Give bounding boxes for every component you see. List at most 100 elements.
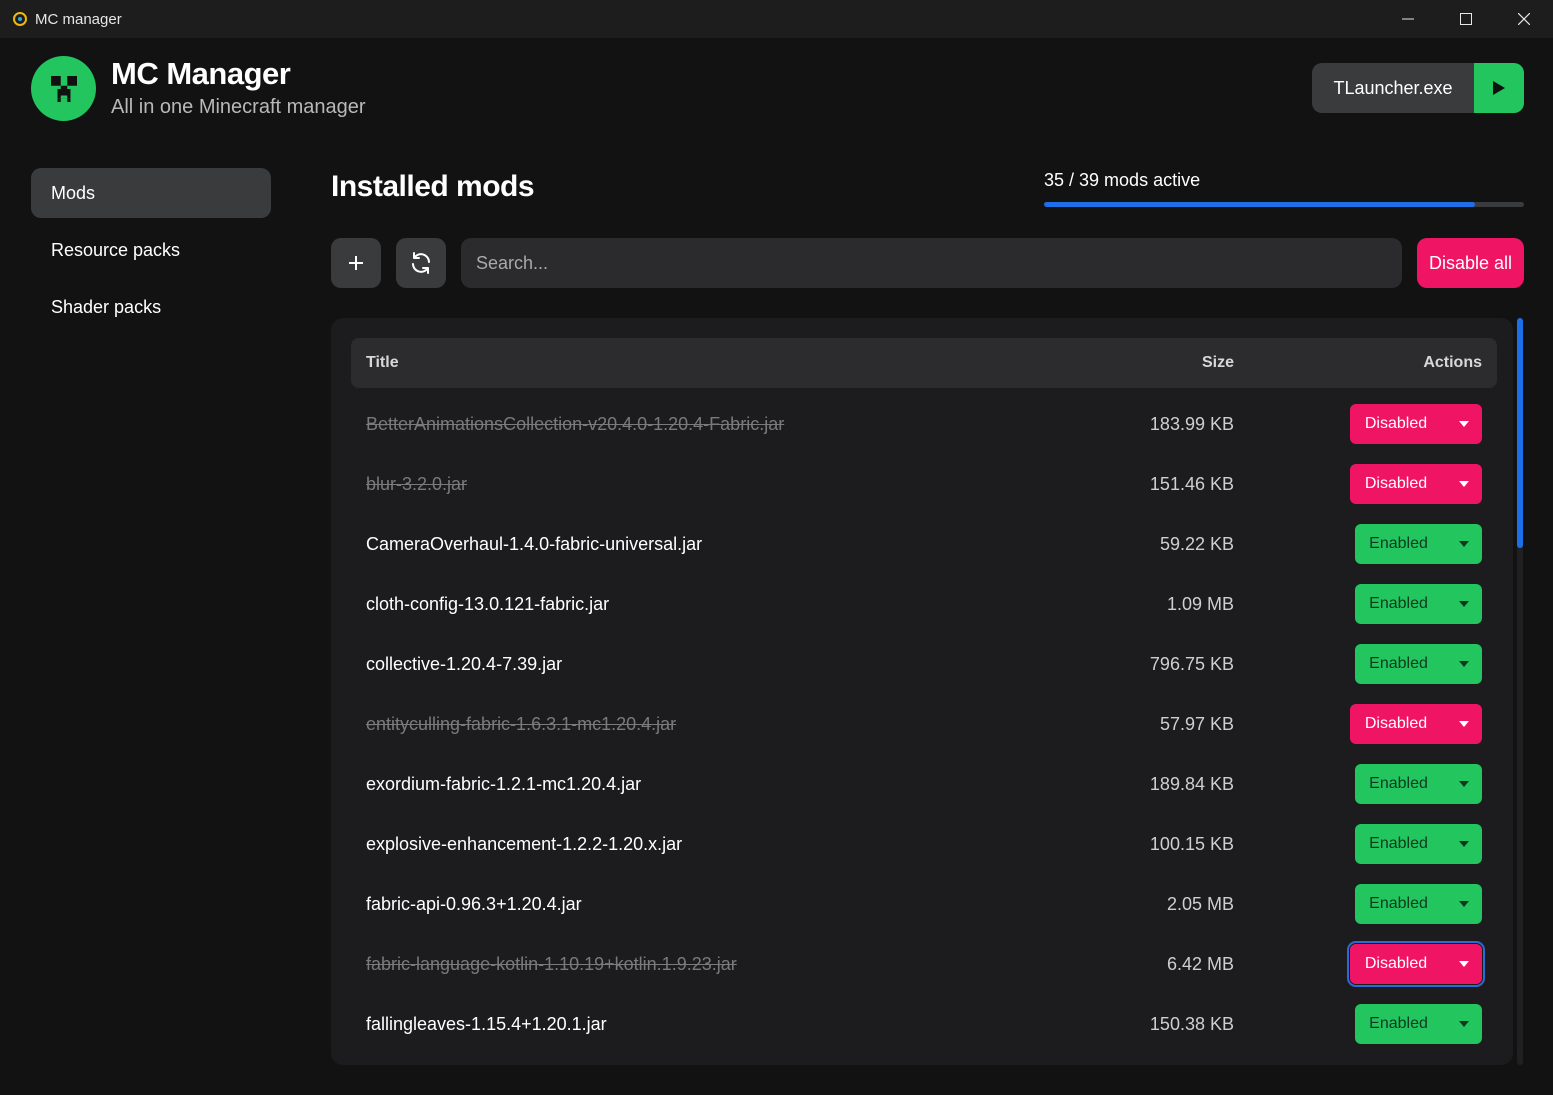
launcher-select-button[interactable]: TLauncher.exe — [1312, 63, 1474, 113]
refresh-icon — [412, 252, 430, 274]
scrollbar-thumb[interactable] — [1517, 318, 1523, 548]
sidebar-item-label: Mods — [51, 182, 96, 203]
mod-status-dropdown[interactable]: Disabled — [1347, 941, 1485, 987]
mod-status-dropdown[interactable]: Enabled — [1355, 764, 1482, 804]
mod-name: BetterAnimationsCollection-v20.4.0-1.20.… — [366, 414, 785, 434]
status-label: Enabled — [1369, 655, 1428, 672]
mod-status-dropdown[interactable]: Enabled — [1355, 824, 1482, 864]
sidebar-item-label: Resource packs — [51, 239, 181, 260]
status-label: Disabled — [1364, 475, 1428, 492]
caret-down-icon — [1446, 961, 1482, 967]
mod-status-dropdown[interactable]: Enabled — [1355, 524, 1482, 564]
caret-down-icon — [1446, 1021, 1482, 1027]
table-row: fabric-api-0.96.3+1.20.4.jar 2.05 MB Enabl… — [351, 874, 1497, 934]
launch-button[interactable] — [1474, 63, 1524, 113]
caret-down-icon — [1446, 541, 1482, 547]
close-icon — [1518, 13, 1530, 25]
table-row: cloth-config-13.0.121-fabric.jar 1.09 MB E… — [351, 574, 1497, 634]
sidebar-item-resource-packs[interactable]: Resource packs — [31, 225, 271, 275]
creeper-logo — [31, 56, 96, 121]
table-row: collective-1.20.4-7.39.jar 796.75 KB Enabl… — [351, 634, 1497, 694]
mod-name: blur-3.2.0.jar — [366, 474, 468, 494]
mod-size: 2.05 MB — [1166, 894, 1234, 914]
mod-status-dropdown[interactable]: Enabled — [1355, 884, 1482, 924]
mod-size: 1.09 MB — [1166, 594, 1234, 614]
status-label: Enabled — [1369, 1015, 1428, 1032]
caret-down-icon — [1446, 481, 1482, 487]
table-header: Title Size Actions — [351, 338, 1497, 388]
status-label: Disabled — [1364, 715, 1428, 732]
caret-down-icon — [1446, 601, 1482, 607]
sidebar-item-mods[interactable]: Mods — [31, 168, 271, 218]
app-icon — [13, 12, 27, 26]
table-row: exordium-fabric-1.2.1-mc1.20.4.jar 189.84… — [351, 754, 1497, 814]
minimize-button[interactable] — [1379, 0, 1437, 38]
active-mods-progress — [1044, 202, 1524, 207]
active-mods-count: 35 / 39 mods active — [1044, 170, 1201, 190]
window-title: MC manager — [35, 10, 122, 28]
app-name: MC Manager — [111, 56, 291, 91]
mod-name: fabric-language-kotlin-1.10.19+kotlin.1.… — [366, 954, 737, 974]
column-header-size[interactable]: Size — [1202, 354, 1234, 372]
table-row: entityculling-fabric-1.6.3.1-mc1.20.4.ja… — [351, 694, 1497, 754]
mod-name: cloth-config-13.0.121-fabric.jar — [366, 594, 610, 614]
mod-status-dropdown[interactable]: Enabled — [1355, 584, 1482, 624]
column-header-title[interactable]: Title — [366, 354, 399, 372]
status-label: Enabled — [1369, 595, 1428, 612]
caret-down-icon — [1446, 841, 1482, 847]
sidebar-item-label: Shader packs — [51, 296, 162, 317]
minimize-icon — [1402, 18, 1414, 20]
mod-name: CameraOverhaul-1.4.0-fabric-universal.ja… — [366, 534, 703, 554]
mod-status-dropdown[interactable]: Disabled — [1350, 464, 1482, 504]
status-label: Enabled — [1369, 535, 1428, 552]
toolbar: Disable all — [331, 238, 1524, 288]
status-label: Enabled — [1369, 895, 1428, 912]
table-row: CameraOverhaul-1.4.0-fabric-universal.ja… — [351, 514, 1497, 574]
table-row: explosive-enhancement-1.2.2-1.20.x.jar 10… — [351, 814, 1497, 874]
mod-status-dropdown[interactable]: Disabled — [1350, 404, 1482, 444]
creeper-face-icon — [50, 75, 77, 102]
caret-down-icon — [1446, 721, 1482, 727]
mod-name: explosive-enhancement-1.2.2-1.20.x.jar — [366, 834, 683, 854]
mod-name: exordium-fabric-1.2.1-mc1.20.4.jar — [366, 774, 642, 794]
disable-all-button[interactable]: Disable all — [1417, 238, 1524, 288]
mod-size: 100.15 KB — [1149, 834, 1234, 854]
window-controls — [1379, 0, 1553, 38]
mod-name: entityculling-fabric-1.6.3.1-mc1.20.4.ja… — [366, 714, 677, 734]
mod-status-dropdown[interactable]: Enabled — [1355, 644, 1482, 684]
status-label: Disabled — [1364, 415, 1428, 432]
mod-size: 6.42 MB — [1166, 954, 1234, 974]
add-mod-button[interactable] — [331, 238, 381, 288]
window-titlebar: MC manager — [0, 0, 1553, 38]
mod-name: collective-1.20.4-7.39.jar — [366, 654, 563, 674]
plus-icon — [349, 256, 363, 270]
mod-status-dropdown[interactable]: Disabled — [1350, 704, 1482, 744]
sidebar: Mods Resource packs Shader packs — [31, 168, 271, 339]
maximize-icon — [1460, 13, 1472, 25]
caret-down-icon — [1446, 781, 1482, 787]
caret-down-icon — [1446, 901, 1482, 907]
progress-fill — [1044, 202, 1475, 207]
table-row: blur-3.2.0.jar 151.46 KB Disabled — [351, 454, 1497, 514]
mods-table: Title Size Actions BetterAnimationsColle… — [331, 318, 1513, 1065]
page-title: Installed mods — [331, 170, 535, 203]
mod-name: fabric-api-0.96.3+1.20.4.jar — [366, 894, 582, 914]
mod-status-dropdown[interactable]: Enabled — [1355, 1004, 1482, 1044]
maximize-button[interactable] — [1437, 0, 1495, 38]
play-icon — [1493, 81, 1505, 95]
mod-size: 796.75 KB — [1149, 654, 1234, 674]
mod-size: 189.84 KB — [1149, 774, 1234, 794]
table-row: BetterAnimationsCollection-v20.4.0-1.20.… — [351, 394, 1497, 454]
table-row: fallingleaves-1.15.4+1.20.1.jar 150.38 KB… — [351, 994, 1497, 1054]
table-body: BetterAnimationsCollection-v20.4.0-1.20.… — [351, 394, 1497, 1054]
mod-size: 59.22 KB — [1159, 534, 1234, 554]
app-tagline: All in one Minecraft manager — [111, 96, 366, 118]
sidebar-item-shader-packs[interactable]: Shader packs — [31, 282, 271, 332]
column-header-actions: Actions — [1423, 354, 1482, 371]
table-row: fabric-language-kotlin-1.10.19+kotlin.1.… — [351, 934, 1497, 994]
mod-size: 57.97 KB — [1159, 714, 1234, 734]
status-label: Disabled — [1364, 955, 1428, 972]
refresh-button[interactable] — [396, 238, 446, 288]
search-input[interactable] — [461, 238, 1402, 288]
close-button[interactable] — [1495, 0, 1553, 38]
